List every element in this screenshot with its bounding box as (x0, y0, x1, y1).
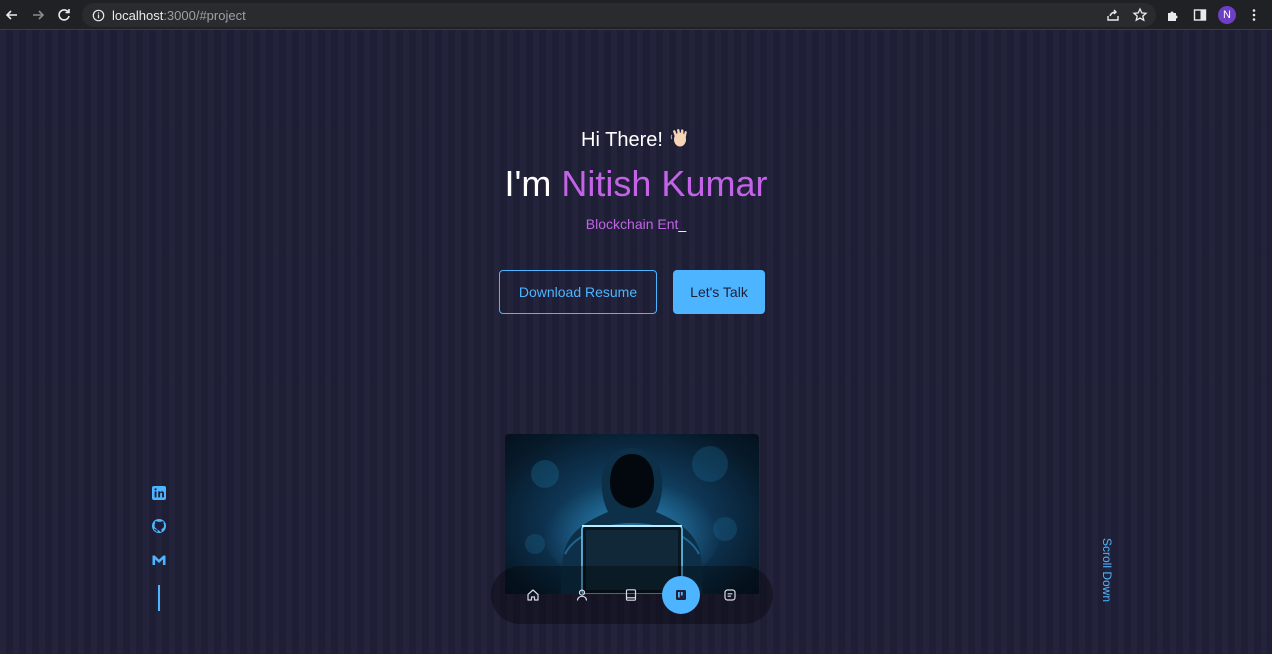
user-icon (576, 589, 588, 601)
typing-cursor: _ (678, 216, 687, 232)
portfolio-page: Hi There! I'm Nitish Kumar Blockchain En… (0, 30, 1272, 654)
side-panel-button[interactable] (1190, 5, 1210, 25)
bookmark-button[interactable] (1130, 5, 1150, 25)
arrow-left-icon (5, 10, 17, 20)
reload-icon (58, 9, 70, 21)
arrow-right-icon (33, 10, 45, 20)
github-icon (152, 519, 166, 533)
back-button[interactable] (2, 5, 22, 25)
info-icon[interactable] (91, 8, 105, 22)
more-vert-icon (1252, 9, 1256, 21)
nav-about[interactable] (564, 577, 600, 613)
download-resume-button[interactable]: Download Resume (499, 270, 657, 314)
nav-contact[interactable] (712, 577, 748, 613)
profile-avatar[interactable]: N (1218, 6, 1236, 24)
url-path: :3000/#project (163, 7, 246, 23)
gmail-link[interactable] (150, 551, 168, 569)
nav-projects[interactable] (662, 576, 700, 614)
puzzle-icon (1168, 11, 1178, 21)
url-text: localhost:3000/#project (112, 8, 246, 23)
scroll-down-link[interactable]: Scroll Down (1100, 538, 1114, 602)
name-text: Nitish Kumar (561, 163, 768, 204)
nav-experience[interactable] (613, 577, 649, 613)
forward-button[interactable] (28, 5, 48, 25)
social-divider-line (158, 585, 160, 611)
greeting: Hi There! (0, 127, 1272, 155)
side-panel-icon (1193, 9, 1207, 21)
share-icon (1107, 9, 1119, 21)
page-title: I'm Nitish Kumar (0, 163, 1272, 205)
gmail-icon (152, 555, 166, 565)
extensions-button[interactable] (1163, 5, 1183, 25)
nav-home[interactable] (515, 577, 551, 613)
lets-talk-button[interactable]: Let's Talk (673, 270, 765, 314)
project-board-icon (676, 590, 686, 600)
waving-hand-icon (669, 127, 691, 155)
intro-text: I'm (504, 163, 562, 204)
reload-button[interactable] (54, 5, 74, 25)
typed-role: Blockchain Ent_ (0, 216, 1272, 232)
linkedin-icon (152, 486, 166, 500)
typed-role-text: Blockchain Ent (585, 216, 679, 232)
github-link[interactable] (150, 517, 168, 535)
menu-button[interactable] (1244, 5, 1264, 25)
share-button[interactable] (1103, 5, 1123, 25)
browser-toolbar: localhost:3000/#project N (0, 0, 1272, 30)
url-host: localhost (112, 7, 164, 23)
greeting-text: Hi There! (581, 129, 663, 151)
address-bar[interactable]: localhost:3000/#project (82, 3, 1156, 27)
home-icon (527, 589, 539, 601)
message-icon (724, 589, 736, 601)
star-icon (1132, 7, 1148, 22)
linkedin-link[interactable] (150, 484, 168, 502)
book-icon (625, 589, 637, 601)
floating-nav (491, 566, 773, 624)
